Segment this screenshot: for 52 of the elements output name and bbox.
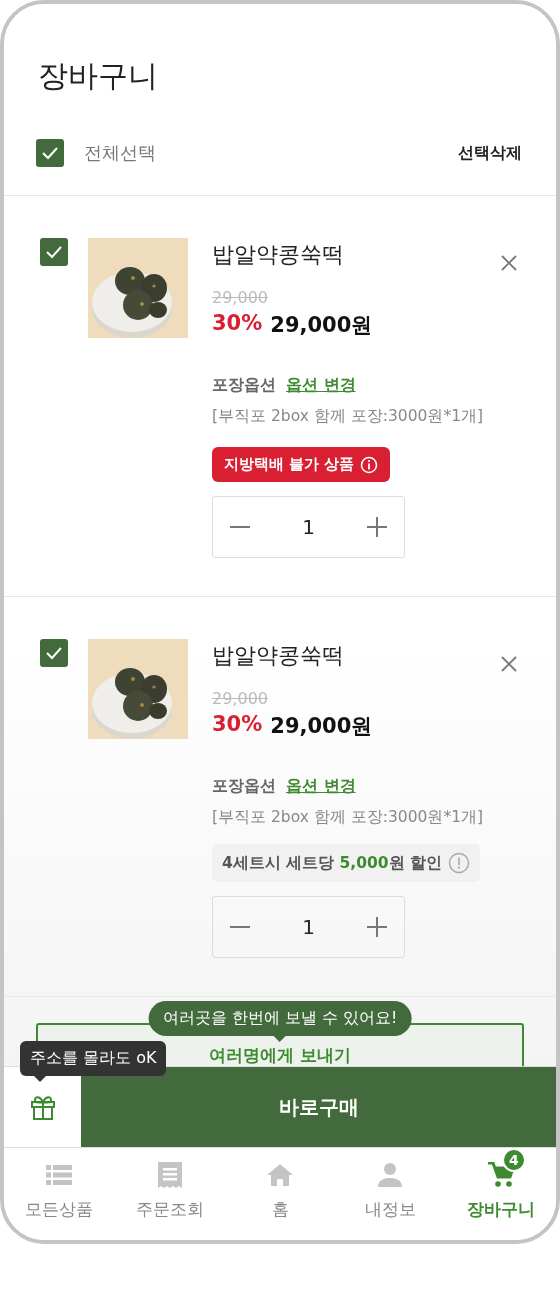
nav-tab[interactable]: 4 장바구니 [445, 1148, 556, 1240]
option-label: 포장옵션 [212, 776, 276, 797]
buy-now-button[interactable]: 바로구매 [81, 1067, 556, 1147]
increase-button[interactable] [366, 516, 388, 538]
check-icon [41, 146, 59, 160]
gift-icon [29, 1094, 56, 1120]
sale-price: 29,000원 [270, 312, 373, 339]
tooltip: 주소를 몰라도 oK [20, 1041, 167, 1076]
discount-rate: 30% [212, 712, 263, 738]
product-name: 밥알약콩쑥떡 [212, 241, 344, 269]
check-icon [45, 245, 63, 259]
nav-tab[interactable]: 주문조회 [114, 1148, 225, 1240]
nav-tab[interactable]: 내정보 [335, 1148, 446, 1240]
person-icon [378, 1162, 403, 1187]
delete-selected-button[interactable]: 선택삭제 [458, 142, 522, 164]
select-all-label[interactable]: 전체선택 [84, 141, 438, 165]
checkbox[interactable] [40, 639, 68, 667]
warning-badge: 지방택배 불가 상품 [212, 447, 391, 482]
nav-tab[interactable]: 모든상품 [4, 1148, 115, 1240]
change-option-link[interactable]: 옵션 변경 [286, 776, 356, 797]
product-name: 밥알약콩쑥떡 [212, 642, 344, 670]
change-option-link[interactable]: 옵션 변경 [286, 375, 356, 396]
alert-icon [448, 852, 470, 874]
quantity-value: 1 [302, 515, 315, 539]
list-icon [46, 1164, 73, 1185]
plus-icon [367, 517, 387, 537]
original-price: 29,000 [212, 689, 268, 708]
home-icon [267, 1163, 293, 1186]
option-detail: [부직포 2box 함께 포장:3000원*1개] [212, 406, 484, 427]
receipt-icon [157, 1161, 182, 1188]
quantity-value: 1 [302, 915, 315, 939]
tooltip-tail [274, 1036, 286, 1042]
minus-icon [230, 926, 250, 928]
tooltip: 여러곳을 한번에 보낼 수 있어요! [148, 1001, 412, 1036]
discount-text: 4세트시 세트당 5,000원 할인 [222, 852, 442, 874]
checkbox[interactable] [40, 238, 68, 266]
info-icon [360, 455, 379, 474]
close-button[interactable] [500, 655, 518, 673]
close-button[interactable] [500, 254, 518, 272]
minus-icon [230, 526, 250, 528]
plus-icon [367, 917, 387, 937]
page-title: 장바구니 [37, 57, 159, 95]
check-icon [45, 646, 63, 660]
option-label: 포장옵션 [212, 375, 276, 396]
option-detail: [부직포 2box 함께 포장:3000원*1개] [212, 807, 484, 828]
sale-price: 29,000원 [270, 713, 373, 740]
checkbox[interactable] [36, 139, 64, 167]
increase-button[interactable] [366, 916, 388, 938]
nav-tab[interactable]: 홈 [224, 1148, 336, 1240]
discount-rate: 30% [212, 311, 263, 337]
original-price: 29,000 [212, 288, 268, 307]
tooltip-tail [34, 1076, 46, 1082]
